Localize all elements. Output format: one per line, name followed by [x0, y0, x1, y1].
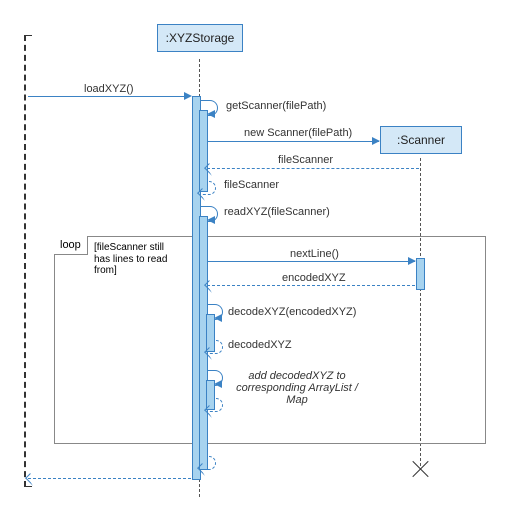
- arrow-nextline: [207, 261, 415, 262]
- msg-filescanner2: fileScanner: [224, 179, 279, 191]
- loop-label: loop: [54, 236, 88, 255]
- arrow-loadxyz: [28, 96, 190, 97]
- arrow-return-caller: [28, 478, 191, 479]
- arrow-newscanner: [207, 141, 379, 142]
- actor-label: :XYZStorage: [166, 31, 235, 45]
- arrow-filescanner1: [207, 168, 419, 169]
- msg-loadxyz: loadXYZ(): [84, 83, 134, 95]
- msg-decodexyz: decodeXYZ(encodedXYZ): [228, 306, 356, 318]
- arrow-nextline-head: [408, 257, 416, 265]
- arc-getscanner-head: [207, 110, 215, 118]
- msg-newscanner: new Scanner(filePath): [244, 127, 352, 139]
- actor-label: :Scanner: [397, 133, 445, 147]
- loop-guard: [fileScanner still has lines to read fro…: [94, 242, 174, 277]
- msg-encodedxyz: encodedXYZ: [282, 272, 346, 284]
- activation-scanner-nextline: [416, 258, 425, 290]
- destroy-scanner: [409, 458, 431, 480]
- arrow-encodedxyz: [207, 285, 415, 286]
- arc-decodexyz-head: [214, 314, 222, 322]
- msg-getscanner: getScanner(filePath): [226, 100, 326, 112]
- arrow-newscanner-head: [372, 137, 380, 145]
- msg-decodedxyz: decodedXYZ: [228, 339, 292, 351]
- arc-adddecoded-head: [214, 380, 222, 388]
- activation-storage-getscanner: [199, 110, 208, 192]
- msg-filescanner1: fileScanner: [278, 154, 333, 166]
- actor-xyzstorage: :XYZStorage: [157, 24, 243, 52]
- sequence-diagram: :XYZStorage :Scanner loop [fileScanner s…: [0, 0, 508, 520]
- msg-adddecoded: add decodedXYZ to corresponding ArrayLis…: [232, 370, 362, 406]
- arc-readxyz-head: [207, 216, 215, 224]
- arrow-loadxyz-head: [184, 92, 192, 100]
- msg-readxyz: readXYZ(fileScanner): [224, 206, 330, 218]
- actor-scanner: :Scanner: [380, 126, 462, 154]
- msg-nextline: nextLine(): [290, 248, 339, 260]
- external-caller-lifeline: [24, 35, 32, 487]
